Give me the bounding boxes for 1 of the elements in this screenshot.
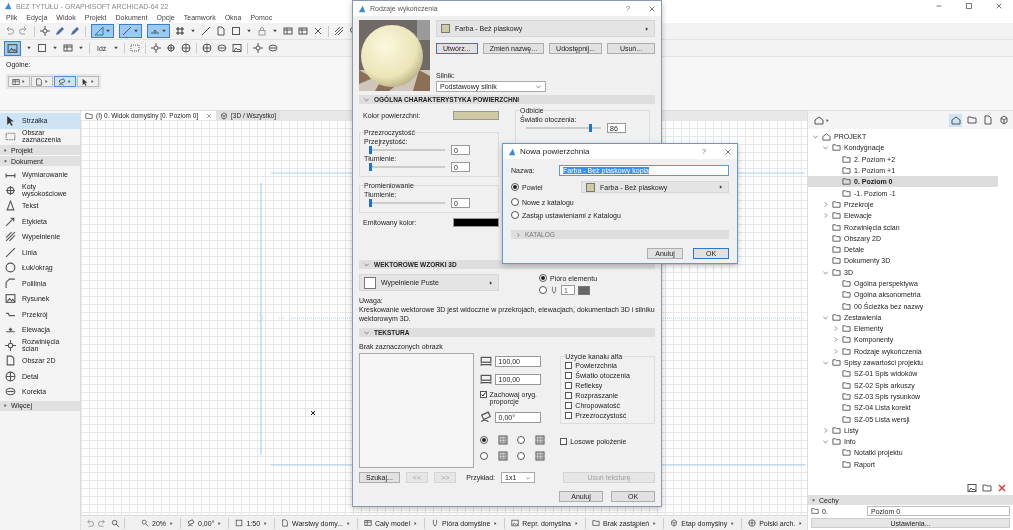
dialog-title: Nowa powierzchnia [520,147,590,156]
